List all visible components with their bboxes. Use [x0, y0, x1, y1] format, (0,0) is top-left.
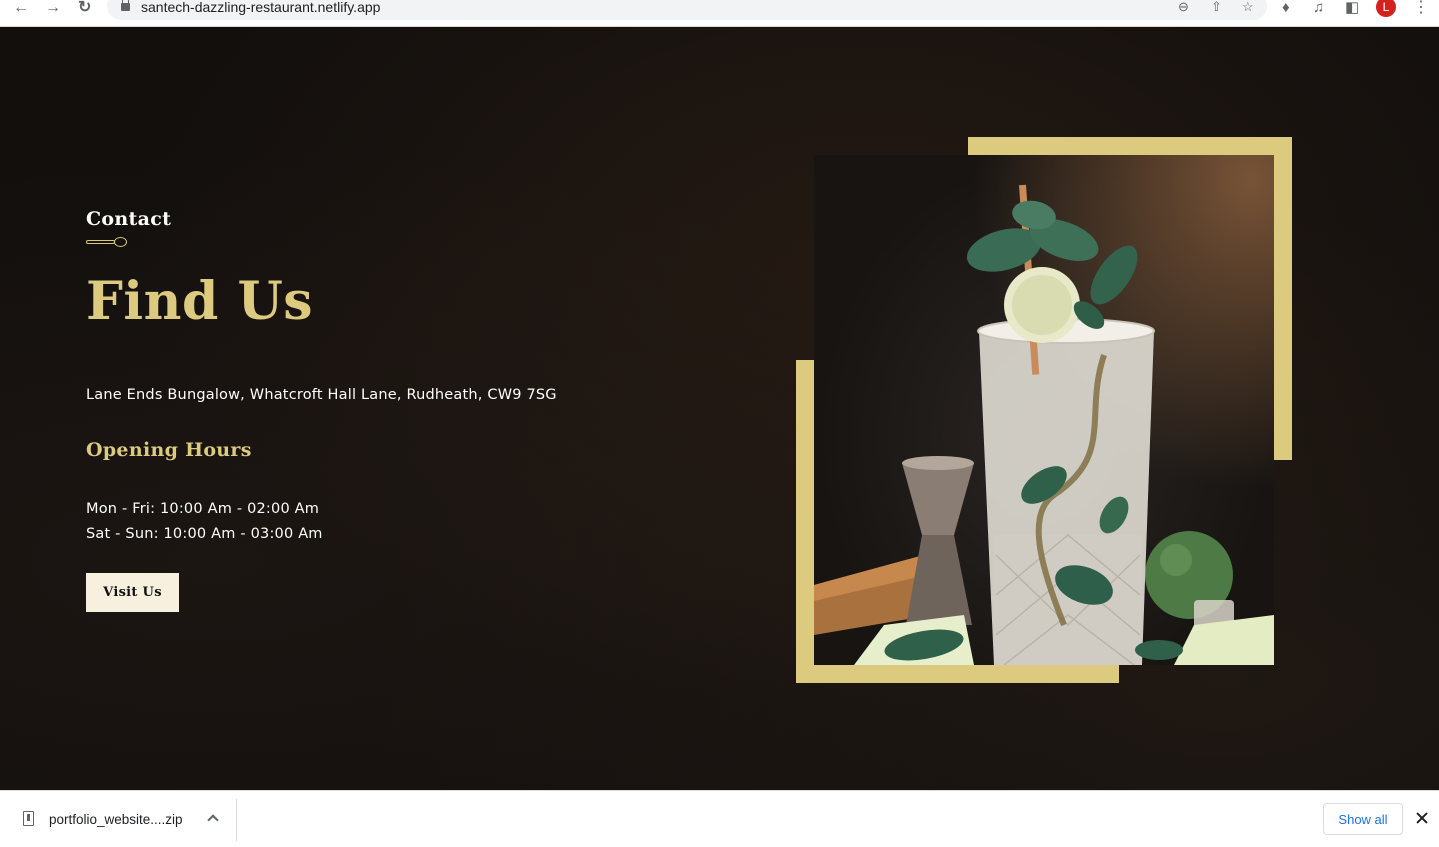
opening-hours-title: Opening Hours: [86, 439, 252, 461]
hours-weekend: Sat - Sun: 10:00 Am - 03:00 Am: [86, 526, 323, 542]
page-title: Find Us: [86, 271, 314, 332]
chevron-up-icon[interactable]: [206, 811, 220, 825]
spoon-divider-icon: [86, 237, 128, 247]
side-panel-icon[interactable]: ◧: [1345, 0, 1359, 18]
forward-icon[interactable]: →: [45, 0, 61, 18]
close-icon[interactable]: [1413, 809, 1431, 827]
browser-toolbar: ← → ↻ santech-dazzling-restaurant.netlif…: [0, 0, 1439, 27]
file-icon: [23, 811, 34, 826]
download-bar: portfolio_website....zip Show all: [0, 790, 1439, 847]
extensions-icon[interactable]: ♦: [1282, 0, 1290, 18]
lock-icon[interactable]: [121, 0, 130, 11]
zoom-out-icon[interactable]: ⊖: [1178, 0, 1189, 15]
profile-avatar[interactable]: L: [1376, 0, 1396, 17]
contact-section: Contact Find Us Lane Ends Bungalow, What…: [0, 27, 1439, 790]
hours-weekday: Mon - Fri: 10:00 Am - 02:00 Am: [86, 501, 320, 517]
cocktail-photo: [814, 155, 1274, 665]
section-eyebrow: Contact: [86, 208, 172, 230]
bookmark-star-icon[interactable]: ☆: [1242, 0, 1254, 15]
reload-icon[interactable]: ↻: [78, 0, 91, 18]
visit-us-button[interactable]: Visit Us: [86, 573, 179, 612]
more-menu-icon[interactable]: ⋮: [1413, 0, 1429, 18]
opening-hours-list: Mon - Fri: 10:00 Am - 02:00 Am Sat - Sun…: [86, 497, 323, 547]
share-icon[interactable]: ⇧: [1211, 0, 1222, 15]
show-all-button[interactable]: Show all: [1323, 803, 1403, 835]
download-divider: [236, 799, 237, 841]
address-text: Lane Ends Bungalow, Whatcroft Hall Lane,…: [86, 387, 557, 403]
media-control-icon[interactable]: ♫: [1313, 0, 1324, 18]
url-text[interactable]: santech-dazzling-restaurant.netlify.app: [141, 0, 380, 15]
address-bar[interactable]: santech-dazzling-restaurant.netlify.app …: [107, 0, 1267, 20]
back-icon[interactable]: ←: [13, 0, 29, 18]
download-item-name[interactable]: portfolio_website....zip: [49, 812, 183, 827]
